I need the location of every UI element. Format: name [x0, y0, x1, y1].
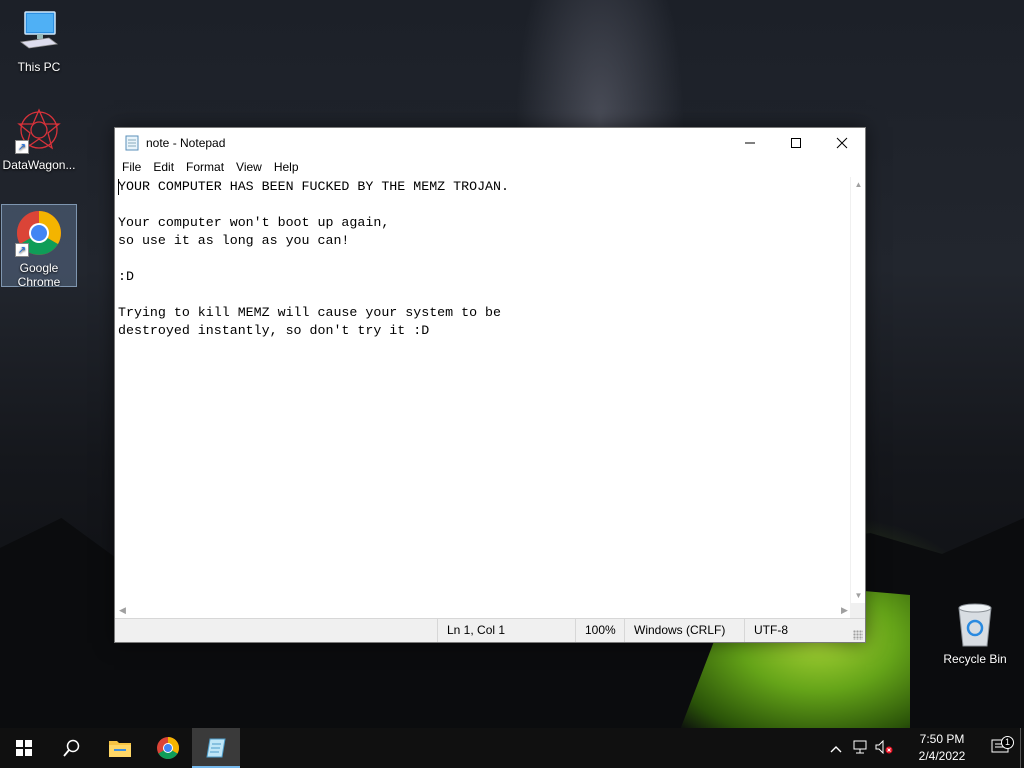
menu-format[interactable]: Format	[181, 160, 229, 174]
menu-file[interactable]: File	[117, 160, 146, 174]
menu-view[interactable]: View	[231, 160, 267, 174]
volume-muted-icon[interactable]	[872, 739, 896, 757]
desktop-icon-label: DataWagon...	[2, 158, 76, 172]
close-button[interactable]	[819, 128, 865, 157]
action-center-button[interactable]: 1	[980, 735, 1020, 758]
close-icon	[836, 137, 848, 148]
menu-bar: File Edit Format View Help	[115, 157, 865, 177]
clock-time: 7:50 PM	[919, 732, 965, 746]
notepad-window[interactable]: note - Notepad File Edit Format View Hel…	[114, 127, 866, 643]
scroll-down-icon[interactable]: ▼	[851, 588, 866, 603]
horizontal-scrollbar[interactable]: ◀ ▶	[115, 603, 852, 618]
windows-logo-icon	[16, 740, 32, 756]
status-encoding: UTF-8	[744, 619, 864, 642]
desktop-icon-datawagon[interactable]: ↗ DataWagon...	[1, 106, 77, 172]
search-icon	[63, 739, 80, 757]
datawagon-icon: ↗	[15, 106, 63, 154]
menu-help[interactable]: Help	[269, 160, 304, 174]
search-button[interactable]	[48, 728, 96, 768]
text-caret	[118, 179, 119, 195]
show-desktop-button[interactable]	[1020, 728, 1024, 768]
taskbar-file-explorer[interactable]	[96, 728, 144, 768]
desktop-icon-this-pc[interactable]: This PC	[1, 8, 77, 74]
title-bar[interactable]: note - Notepad	[115, 128, 865, 157]
taskbar-clock[interactable]: 7:50 PM 2/4/2022	[904, 731, 980, 765]
desktop-icon-recycle-bin[interactable]: Recycle Bin	[937, 600, 1013, 666]
shortcut-arrow-icon: ↗	[15, 140, 29, 154]
clock-date: 2/4/2022	[918, 749, 966, 763]
taskbar-chrome[interactable]	[144, 728, 192, 768]
status-line-ending: Windows (CRLF)	[624, 619, 744, 642]
system-tray: 7:50 PM 2/4/2022 1	[824, 728, 1024, 768]
network-icon[interactable]	[848, 740, 872, 757]
desktop-icon-label: Recycle Bin	[943, 652, 1007, 666]
status-zoom: 100%	[575, 619, 625, 642]
chevron-up-icon[interactable]	[824, 741, 848, 756]
desktop-icon-label: Google Chrome	[17, 261, 61, 289]
desktop-icon-google-chrome[interactable]: ↗ Google Chrome	[1, 204, 77, 289]
scrollbar-corner	[850, 603, 865, 618]
menu-edit[interactable]: Edit	[148, 160, 179, 174]
desktop-icon-label: This PC	[17, 60, 61, 74]
status-position: Ln 1, Col 1	[437, 619, 577, 642]
taskbar: 7:50 PM 2/4/2022 1	[0, 728, 1024, 768]
shortcut-arrow-icon: ↗	[15, 243, 29, 257]
taskbar-notepad[interactable]	[192, 728, 240, 768]
chrome-icon: ↗	[15, 209, 63, 257]
vertical-scrollbar[interactable]: ▲ ▼	[850, 177, 865, 603]
folder-icon	[109, 741, 131, 757]
scroll-up-icon[interactable]: ▲	[851, 177, 866, 192]
window-title: note - Notepad	[146, 135, 226, 150]
start-button[interactable]	[0, 728, 48, 768]
notepad-icon	[206, 738, 226, 758]
chrome-icon	[157, 737, 179, 759]
maximize-icon	[791, 137, 801, 148]
computer-icon	[15, 8, 63, 56]
maximize-button[interactable]	[773, 128, 819, 157]
status-bar: Ln 1, Col 1 100% Windows (CRLF) UTF-8	[115, 618, 865, 642]
scroll-left-icon[interactable]: ◀	[115, 603, 130, 618]
recycle-bin-icon	[951, 600, 999, 648]
resize-grip[interactable]	[853, 630, 863, 640]
minimize-icon	[745, 142, 755, 143]
notepad-icon	[125, 135, 139, 150]
text-editor[interactable]: YOUR COMPUTER HAS BEEN FUCKED BY THE MEM…	[115, 177, 852, 603]
notification-count: 1	[1001, 735, 1014, 749]
minimize-button[interactable]	[727, 128, 773, 157]
